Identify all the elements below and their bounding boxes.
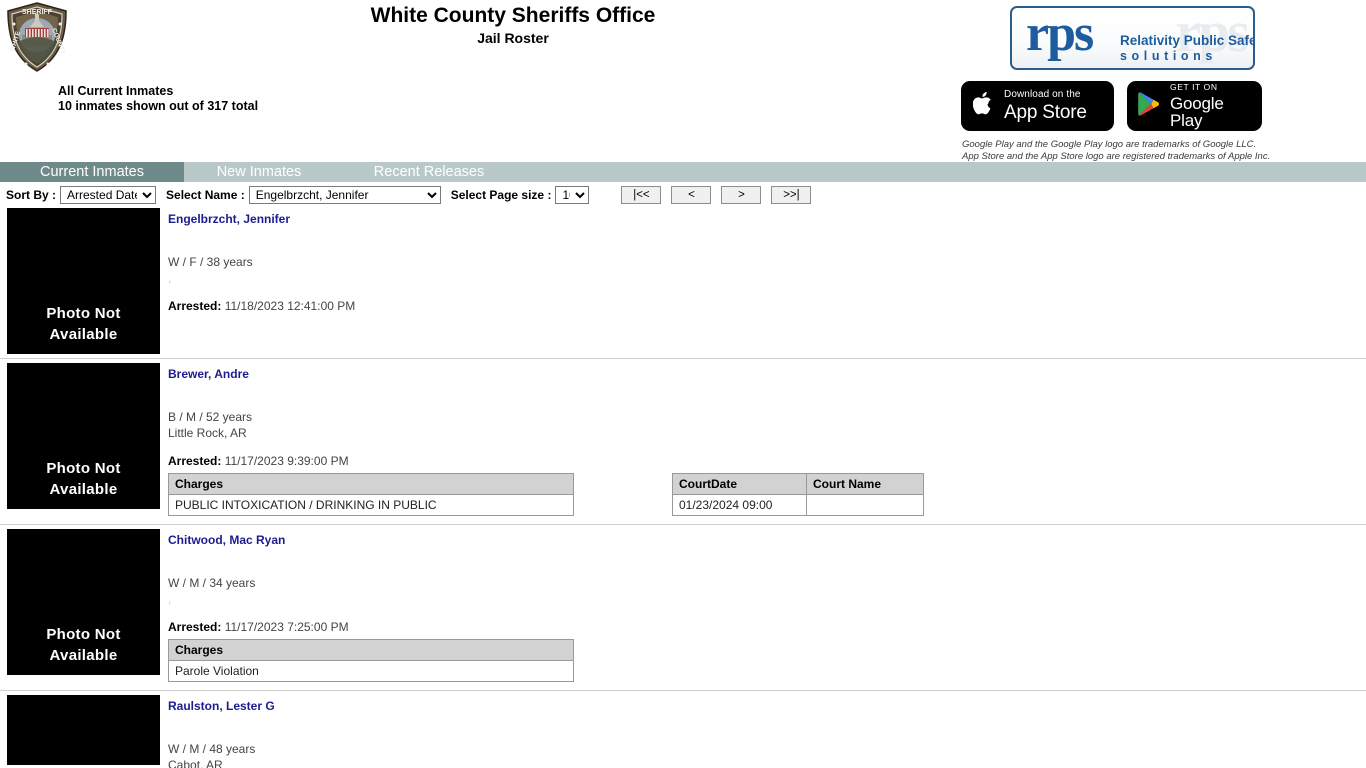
court-name-header: Court Name [806,473,924,495]
app-store-big-label: App Store [1004,102,1087,123]
court-date-cell: 01/23/2024 09:00 [672,494,807,516]
inmate-demographics: B / M / 52 years [168,410,253,424]
page-size-label: Select Page size : [450,187,552,202]
arrested-value: 11/18/2023 12:41:00 PM [224,299,356,313]
photo-cell: Photo Not Available [0,525,168,690]
charges-header: Charges [168,473,574,495]
photo-placeholder-line-1: Photo Not [46,626,121,643]
photo-cell: Photo NotAvailable [0,691,168,768]
inmate-info: Engelbrzcht, Jennifer W / F / 38 years, Ar… [168,204,1366,358]
inmate-list: Photo Not Available Engelbrzcht, Jennifer W… [0,204,1366,768]
rps-tagline-primary: Relativity Public Safety [1120,33,1255,48]
inmate-photo-placeholder: Photo Not Available [7,529,160,675]
table-row: PUBLIC INTOXICATION / DRINKING IN PUBLIC [168,494,574,516]
arrested-label: Arrested: [168,620,222,634]
inmate-record: Photo Not Available Chitwood, Mac Ryan W / … [0,525,1366,691]
inmate-city-state: Little Rock, AR [168,426,247,440]
inmate-name-link[interactable]: Raulston, Lester G [168,699,275,713]
inmate-info: Brewer, Andre B / M / 52 years Little Rock… [168,359,1366,524]
inmate-info: Raulston, Lester G W / M / 48 years Cabot,… [168,691,1366,768]
inmate-demographics: W / F / 38 years [168,255,253,269]
inmate-record: Photo Not Available Brewer, Andre B / M / 5… [0,359,1366,525]
arrested-value: 11/17/2023 9:39:00 PM [224,454,349,468]
rps-tagline-secondary: solutions [1120,49,1217,63]
inmate-record: Photo Not Available Engelbrzcht, Jennifer W… [0,204,1366,359]
table-row: Parole Violation [168,660,574,682]
inmate-photo-placeholder: Photo Not Available [7,363,160,509]
inmate-city-state: Cabot, AR [168,758,223,768]
last-page-button[interactable]: >>| [771,185,812,204]
inmate-record: Photo NotAvailable Raulston, Lester G W / … [0,691,1366,768]
tab-new-inmates[interactable]: New Inmates [184,162,334,182]
first-page-button[interactable]: |<< [621,185,662,204]
pagination-controls: |<< < > >>| [621,185,812,204]
google-play-badge[interactable]: GET IT ON Google Play [1127,81,1262,131]
app-store-badges: Download on the App Store GET IT ON Goog… [961,81,1262,131]
charges-table: Charges PUBLIC INTOXICATION / DRINKING IN… [168,473,574,516]
trademark-notice: Google Play and the Google Play logo are… [962,139,1271,162]
inmate-city-state: , [168,592,172,606]
inmate-photo-placeholder: Photo Not Available [7,208,160,354]
sort-by-label: Sort By : [6,187,57,202]
sort-by-select[interactable]: Arrested Date [60,185,157,204]
record-tables: Charges Parole Violation [168,639,1366,682]
next-page-button[interactable]: > [721,185,762,204]
arrested-value: 11/17/2023 7:25:00 PM [224,620,349,634]
arrested-line: Arrested: 11/18/2023 12:41:00 PM [168,298,1366,314]
inmate-demographics: W / M / 48 years [168,742,256,756]
summary-line-2: 10 inmates shown out of 317 total [58,99,259,113]
photo-placeholder-line-2: Available [49,647,118,664]
apple-icon [972,90,995,122]
court-table: CourtDate Court Name 01/23/2024 09:00 [672,473,924,516]
photo-cell: Photo Not Available [0,204,168,358]
record-tables: Charges PUBLIC INTOXICATION / DRINKING IN… [168,473,1366,516]
inmate-demographics: W / M / 34 years [168,576,256,590]
primary-tab-bar: Current Inmates New Inmates Recent Relea… [0,162,1366,182]
tab-current-inmates[interactable]: Current Inmates [0,162,184,182]
arrested-label: Arrested: [168,299,222,313]
arrested-line: Arrested: 11/17/2023 7:25:00 PM [168,619,1366,635]
select-name-dropdown[interactable]: Engelbrzcht, Jennifer [248,185,441,204]
inmate-name-link[interactable]: Chitwood, Mac Ryan [168,533,285,547]
court-name-cell [806,494,924,516]
photo-placeholder-line-1: Photo Not [46,305,121,322]
charges-table: Charges Parole Violation [168,639,574,682]
roster-controls: Sort By : Arrested Date Select Name : En… [0,182,1366,204]
inmate-info: Chitwood, Mac Ryan W / M / 34 years, Arres… [168,525,1366,690]
inmate-photo-placeholder: Photo NotAvailable [7,695,160,765]
photo-placeholder-line-2: Available [49,481,118,498]
prev-page-button[interactable]: < [671,185,712,204]
google-play-small-label: GET IT ON [1170,82,1218,93]
tab-recent-releases[interactable]: Recent Releases [334,162,524,182]
google-play-big-label: Google Play [1170,93,1224,130]
page-subtitle: Jail Roster [477,30,549,46]
arrested-label: Arrested: [168,454,222,468]
google-play-icon [1137,91,1161,122]
inmate-name-link[interactable]: Engelbrzcht, Jennifer [168,212,290,226]
table-row: 01/23/2024 09:00 [672,494,924,516]
app-store-small-label: Download on the [1004,89,1081,100]
court-date-header: CourtDate [672,473,807,495]
arrested-line: Arrested: 11/17/2023 9:39:00 PM [168,453,1366,469]
photo-placeholder-line-1: Photo Not [46,460,121,477]
charge-cell: PUBLIC INTOXICATION / DRINKING IN PUBLIC [168,494,574,516]
inmate-name-link[interactable]: Brewer, Andre [168,367,249,381]
photo-placeholder-line-2: Available [49,326,118,343]
inmate-city-state: , [168,271,172,285]
app-store-badge[interactable]: Download on the App Store [961,81,1114,131]
summary-line-1: All Current Inmates [58,84,174,98]
photo-cell: Photo Not Available [0,359,168,524]
page-header: SHERIFF WHITE COUNTY White County Sherif… [0,0,1366,162]
agency-title: White County Sheriffs Office [370,4,656,27]
page-title: White County Sheriffs Office Jail Roster [0,4,1026,47]
rps-wordmark: rps [1026,6,1094,62]
roster-summary: All Current Inmates 10 inmates shown out… [58,84,258,114]
charges-header: Charges [168,639,574,661]
rps-logo: rps rps Relativity Public Safety solutio… [1010,6,1255,70]
page-size-select[interactable]: 10 [555,185,590,204]
charge-cell: Parole Violation [168,660,574,682]
select-name-label: Select Name : [166,187,245,202]
